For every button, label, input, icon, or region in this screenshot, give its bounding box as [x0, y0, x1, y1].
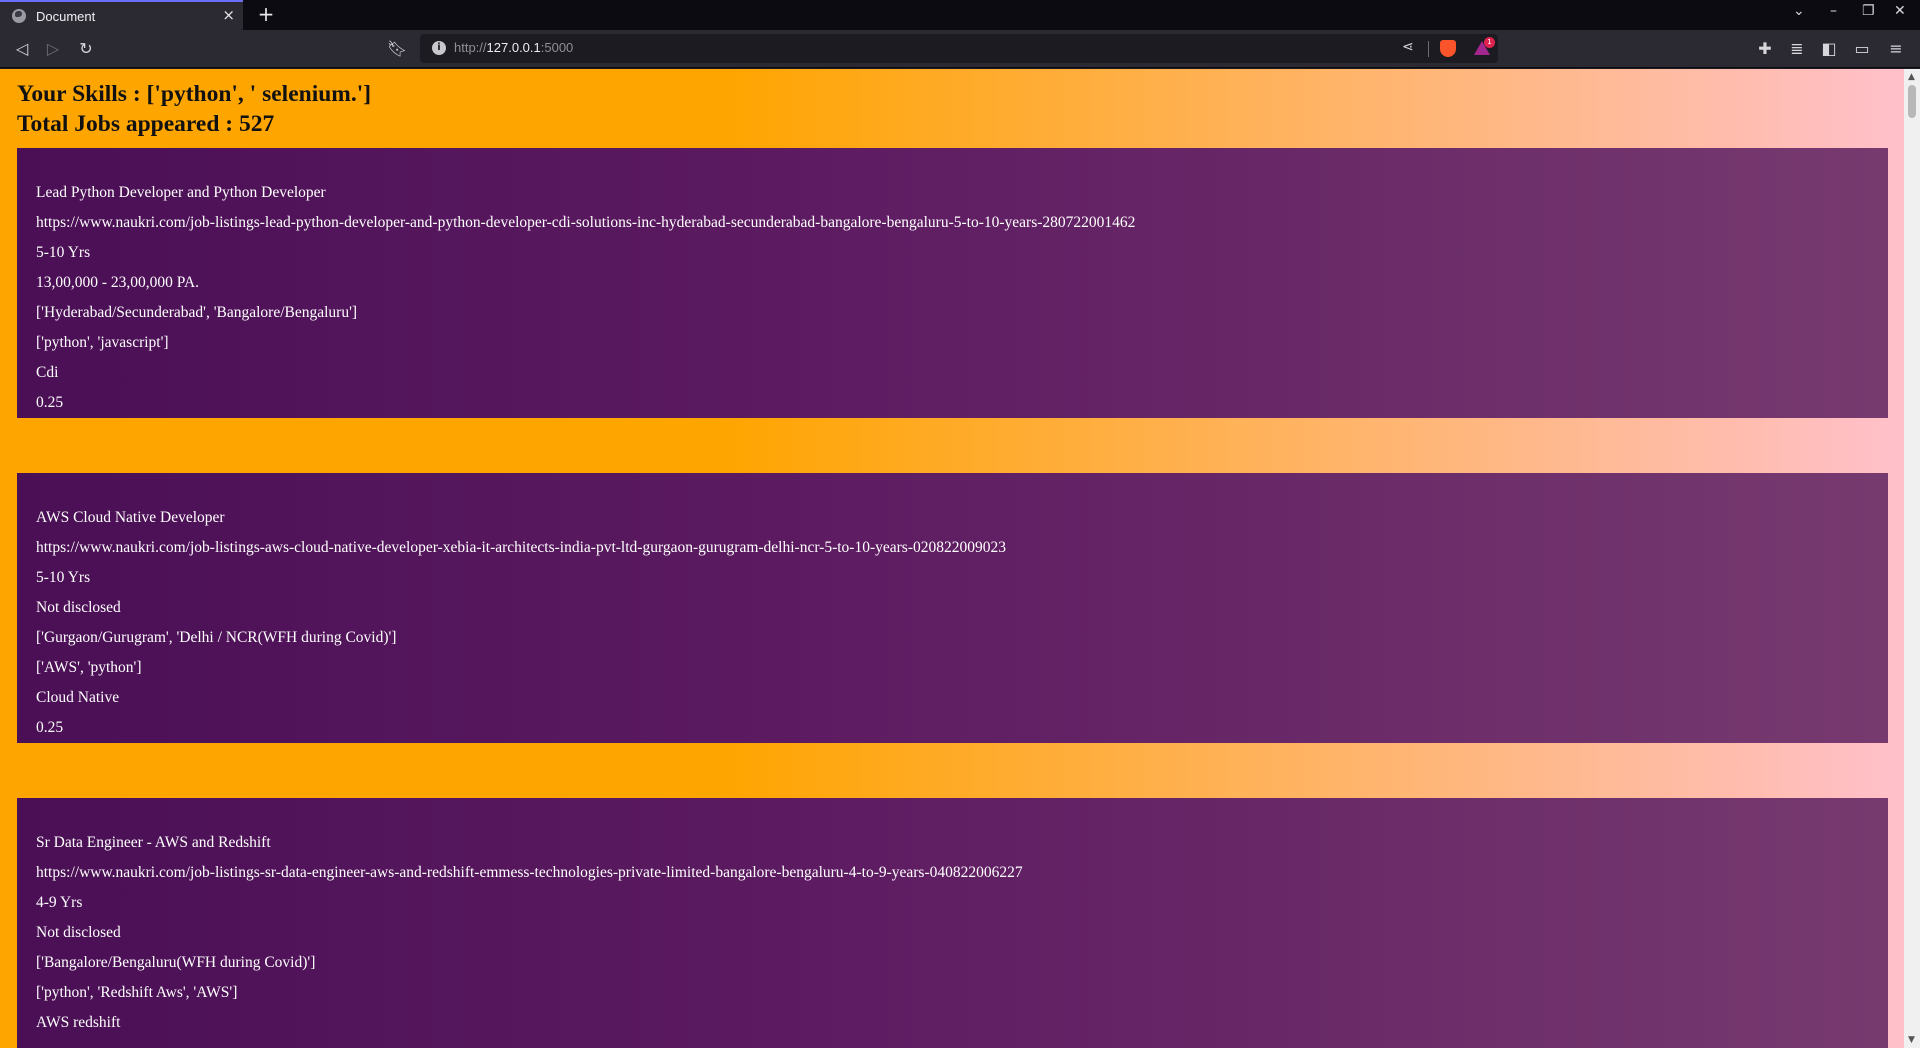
address-bar[interactable]: i http://127.0.0.1:5000 ⋖ 1: [420, 34, 1498, 63]
scroll-down-icon[interactable]: ▼: [1908, 1035, 1915, 1045]
vertical-scrollbar[interactable]: ▲ ▼: [1904, 69, 1920, 1048]
wallet-icon[interactable]: ▭: [1851, 39, 1873, 59]
job-score: 0.25: [36, 394, 64, 411]
tab-list-chevron-icon[interactable]: ⌄: [1793, 3, 1805, 19]
job-company: Cdi: [36, 364, 59, 381]
job-card: Sr Data Engineer - AWS and Redshift http…: [17, 798, 1888, 1048]
job-salary: Not disclosed: [36, 599, 121, 616]
rewards-badge: 1: [1484, 37, 1495, 48]
url-host: 127.0.0.1: [486, 40, 541, 55]
back-icon[interactable]: ◁: [11, 39, 33, 59]
job-skills: ['python', 'javascript']: [36, 334, 169, 351]
page-header: Your Skills : ['python', ' selenium.'] T…: [17, 79, 371, 139]
job-title: Lead Python Developer and Python Develop…: [36, 184, 326, 201]
bookmark-icon[interactable]: 🔖︎: [386, 39, 408, 59]
job-title: Sr Data Engineer - AWS and Redshift: [36, 834, 271, 851]
url-scheme: http://: [454, 40, 487, 55]
job-card: Lead Python Developer and Python Develop…: [17, 148, 1888, 418]
minimize-icon[interactable]: –: [1830, 3, 1837, 19]
job-title: AWS Cloud Native Developer: [36, 509, 225, 526]
page-viewport: Your Skills : ['python', ' selenium.'] T…: [0, 69, 1904, 1048]
job-card: AWS Cloud Native Developer https://www.n…: [17, 473, 1888, 743]
url-divider: [1428, 41, 1429, 57]
window-close-icon[interactable]: ✕: [1894, 3, 1906, 19]
close-tab-icon[interactable]: ×: [222, 6, 235, 24]
brave-shields-icon[interactable]: [1440, 40, 1456, 57]
sidebar-icon[interactable]: ◧: [1818, 39, 1840, 59]
job-company: AWS redshift: [36, 1014, 121, 1031]
tab-title: Document: [36, 8, 96, 24]
url-port: :5000: [540, 40, 574, 55]
forward-icon[interactable]: ▷: [42, 39, 64, 59]
job-locations: ['Gurgaon/Gurugram', 'Delhi / NCR(WFH du…: [36, 629, 397, 646]
total-jobs-heading: Total Jobs appeared : 527: [17, 111, 275, 137]
job-score: [36, 1043, 1888, 1048]
job-skills: ['python', 'Redshift Aws', 'AWS']: [36, 984, 238, 1001]
job-locations: ['Hyderabad/Secunderabad', 'Bangalore/Be…: [36, 304, 358, 321]
menu-icon[interactable]: ≡: [1885, 39, 1907, 59]
restore-icon[interactable]: ❐: [1862, 3, 1875, 19]
site-info-icon[interactable]: i: [432, 41, 446, 55]
tab-strip: Document × + ⌄ – ❐ ✕: [0, 0, 1920, 30]
globe-icon: [12, 9, 26, 23]
job-experience: 4-9 Yrs: [36, 894, 83, 911]
extensions-icon[interactable]: ✚: [1754, 39, 1776, 59]
tab-document[interactable]: Document ×: [0, 0, 243, 30]
new-tab-button[interactable]: +: [254, 2, 278, 26]
job-locations: ['Bangalore/Bengaluru(WFH during Covid)'…: [36, 954, 316, 971]
job-salary: Not disclosed: [36, 924, 121, 941]
job-skills: ['AWS', 'python']: [36, 659, 142, 676]
reading-list-icon[interactable]: ≣: [1786, 39, 1808, 59]
job-link: https://www.naukri.com/job-listings-lead…: [36, 214, 1136, 231]
reload-icon[interactable]: ↻: [75, 39, 97, 59]
scroll-up-icon[interactable]: ▲: [1908, 72, 1915, 82]
navigation-toolbar: ◁ ▷ ↻ 🔖︎ i http://127.0.0.1:5000 ⋖ 1 ✚ ≣…: [0, 30, 1920, 68]
job-link: https://www.naukri.com/job-listings-aws-…: [36, 539, 1006, 556]
job-score: 0.25: [36, 719, 64, 736]
share-icon[interactable]: ⋖: [1402, 39, 1414, 55]
job-salary: 13,00,000 - 23,00,000 PA.: [36, 274, 200, 291]
skills-heading: Your Skills : ['python', ' selenium.']: [17, 81, 372, 107]
job-link: https://www.naukri.com/job-listings-sr-d…: [36, 864, 1023, 881]
job-company: Cloud Native: [36, 689, 120, 706]
job-experience: 5-10 Yrs: [36, 569, 91, 586]
scroll-thumb[interactable]: [1908, 85, 1916, 118]
job-experience: 5-10 Yrs: [36, 244, 91, 261]
url-text[interactable]: http://127.0.0.1:5000: [454, 40, 573, 55]
